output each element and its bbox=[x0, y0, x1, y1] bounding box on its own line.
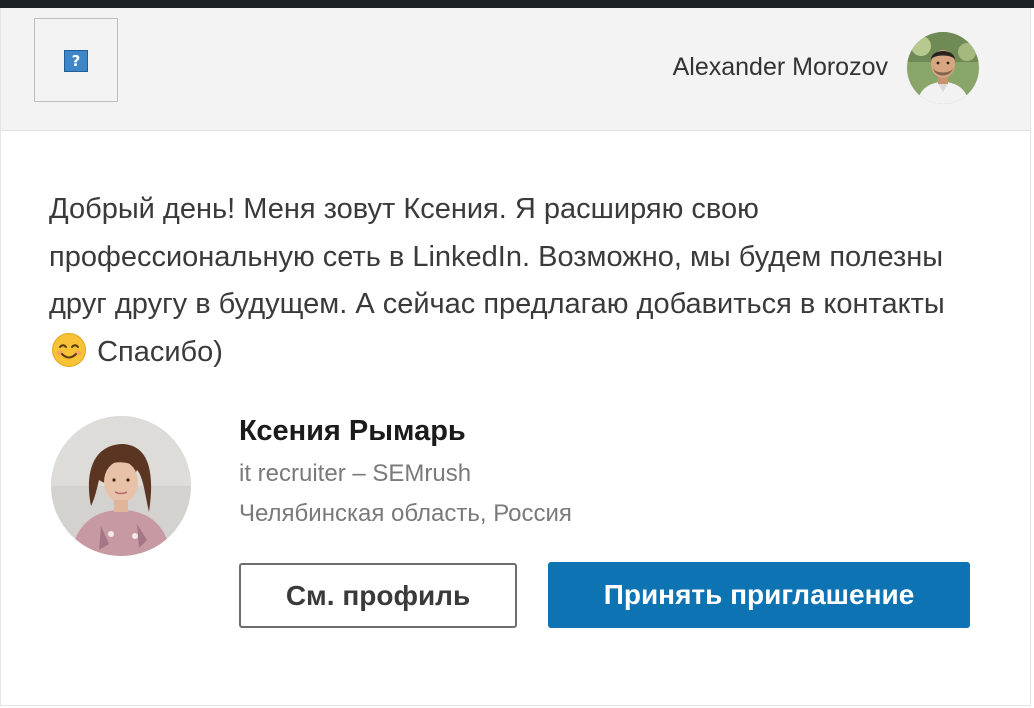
email-window: ? Alexander Morozov Добрый день! Меня зо… bbox=[0, 0, 1034, 708]
profile-avatar[interactable] bbox=[51, 416, 191, 556]
profile-photo-icon bbox=[51, 416, 191, 556]
profile-headline: it recruiter – SEMrush bbox=[239, 460, 472, 487]
message-text: Добрый день! Меня зовут Ксения. Я расшир… bbox=[49, 193, 945, 320]
broken-image-icon: ? bbox=[64, 50, 88, 72]
message-text-end: Спасибо) bbox=[97, 335, 223, 368]
email-header: ? Alexander Morozov bbox=[1, 8, 1030, 131]
user-avatar-icon bbox=[907, 32, 979, 104]
smiling-face-emoji-icon bbox=[52, 332, 86, 367]
invitation-message: Добрый день! Меня зовут Ксения. Я расшир… bbox=[49, 186, 979, 376]
invitation-card: ? Alexander Morozov Добрый день! Меня зо… bbox=[0, 8, 1031, 706]
profile-name[interactable]: Ксения Рымарь bbox=[239, 415, 466, 448]
view-profile-button[interactable]: См. профиль bbox=[239, 563, 517, 628]
profile-location: Челябинская область, Россия bbox=[239, 500, 572, 527]
window-top-bar bbox=[0, 0, 1034, 8]
sender-avatar[interactable] bbox=[907, 32, 979, 104]
logo-placeholder: ? bbox=[34, 18, 118, 102]
accept-invitation-button[interactable]: Принять приглашение bbox=[548, 562, 970, 628]
sender-name: Alexander Morozov bbox=[672, 53, 888, 81]
